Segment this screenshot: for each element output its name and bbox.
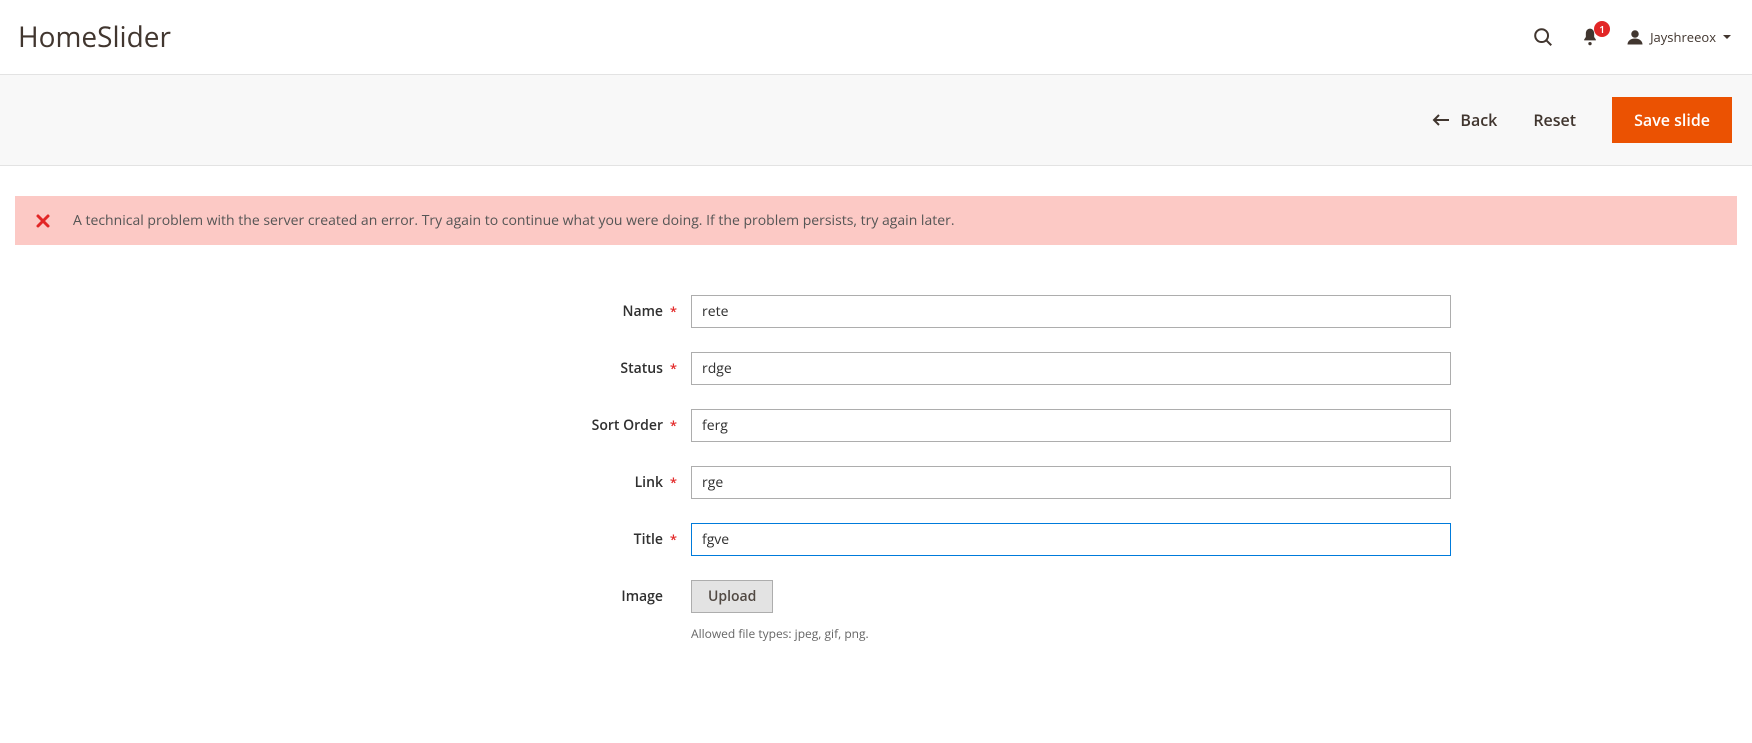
page-title: HomeSlider	[18, 18, 171, 56]
error-icon	[35, 213, 51, 229]
notifications-icon[interactable]: 1	[1580, 27, 1600, 47]
field-row-status: Status	[301, 352, 1451, 385]
notification-badge: 1	[1594, 21, 1610, 37]
sortorder-label: Sort Order	[301, 409, 691, 435]
header-actions: 1 Jayshreeox	[1532, 26, 1732, 48]
user-icon	[1626, 28, 1644, 46]
name-input[interactable]	[691, 295, 1451, 328]
image-label: Image	[301, 580, 691, 606]
image-note: Allowed file types: jpeg, gif, png.	[691, 625, 1451, 642]
field-row-image: Image Upload Allowed file types: jpeg, g…	[301, 580, 1451, 642]
link-label: Link	[301, 466, 691, 492]
status-label: Status	[301, 352, 691, 378]
status-input[interactable]	[691, 352, 1451, 385]
field-row-name: Name	[301, 295, 1451, 328]
name-label: Name	[301, 295, 691, 321]
slide-form: Name Status Sort Order Link Title Image …	[301, 295, 1451, 642]
field-row-title: Title	[301, 523, 1451, 556]
save-button[interactable]: Save slide	[1612, 97, 1732, 143]
upload-button[interactable]: Upload	[691, 580, 773, 613]
page-header: HomeSlider 1 Jayshreeox	[0, 0, 1752, 74]
link-input[interactable]	[691, 466, 1451, 499]
field-row-link: Link	[301, 466, 1451, 499]
error-message: A technical problem with the server crea…	[15, 196, 1737, 245]
chevron-down-icon	[1722, 32, 1732, 42]
back-button[interactable]: Back	[1432, 109, 1497, 131]
back-label: Back	[1460, 109, 1497, 131]
reset-button[interactable]: Reset	[1533, 109, 1576, 131]
user-menu[interactable]: Jayshreeox	[1626, 28, 1732, 46]
action-toolbar: Back Reset Save slide	[0, 74, 1752, 166]
title-label: Title	[301, 523, 691, 549]
arrow-left-icon	[1432, 113, 1450, 127]
username-label: Jayshreeox	[1650, 28, 1716, 46]
sortorder-input[interactable]	[691, 409, 1451, 442]
error-text: A technical problem with the server crea…	[73, 211, 955, 230]
field-row-sortorder: Sort Order	[301, 409, 1451, 442]
title-input[interactable]	[691, 523, 1451, 556]
search-icon[interactable]	[1532, 26, 1554, 48]
